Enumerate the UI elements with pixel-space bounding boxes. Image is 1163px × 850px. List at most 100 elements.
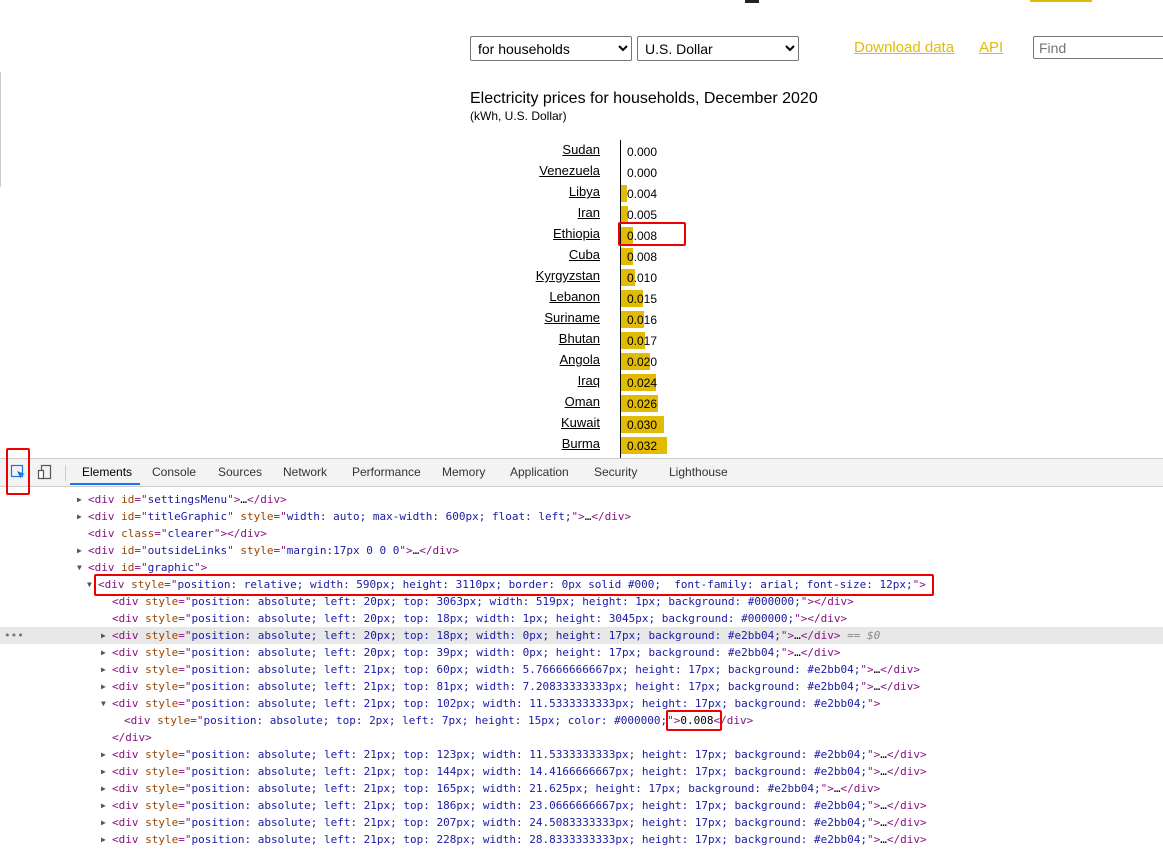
country-label[interactable]: Kuwait — [561, 414, 600, 431]
price-type-select[interactable]: for households — [470, 36, 632, 61]
dom-node-row[interactable]: ▶ <div style="position: absolute; left: 2… — [0, 661, 1163, 678]
tab-security[interactable]: Security — [594, 465, 637, 479]
expand-arrow-icon[interactable]: ▶ — [101, 763, 106, 780]
dom-node-source: <div style="position: absolute; left: 20… — [112, 612, 848, 625]
tab-console[interactable]: Console — [152, 465, 196, 479]
dom-node-source: <div id="outsideLinks" style="margin:17p… — [88, 544, 459, 557]
api-link[interactable]: API — [979, 39, 1003, 56]
dom-node-row[interactable]: <div class="clearer"></div> — [0, 525, 1163, 542]
collapse-arrow-icon[interactable]: ▼ — [87, 576, 92, 593]
highlight-value-text — [666, 710, 722, 731]
dom-node-row[interactable]: <div style="position: absolute; top: 2px… — [0, 712, 1163, 729]
country-label[interactable]: Libya — [569, 183, 600, 200]
dom-node-source: <div style="position: absolute; left: 21… — [112, 799, 927, 812]
tab-memory[interactable]: Memory — [442, 465, 485, 479]
dom-node-row[interactable]: ▶ <div id="outsideLinks" style="margin:17… — [0, 542, 1163, 559]
dom-node-row[interactable]: ▶ <div id="titleGraphic" style="width: au… — [0, 508, 1163, 525]
bar-value-label: 0.024 — [627, 376, 658, 390]
toolbar-separator — [65, 465, 66, 481]
dom-node-source: <div style="position: absolute; left: 21… — [112, 680, 921, 693]
expand-arrow-icon[interactable]: ▶ — [101, 780, 106, 797]
expand-arrow-icon[interactable]: ▶ — [101, 797, 106, 814]
dom-node-row[interactable]: ▶ <div style="position: absolute; left: 2… — [0, 746, 1163, 763]
country-label[interactable]: Iran — [578, 204, 600, 221]
bar-value-label: 0.000 — [627, 166, 658, 180]
dom-node-source: <div id="titleGraphic" style="width: aut… — [88, 510, 632, 523]
expand-arrow-icon[interactable]: ▶ — [77, 491, 82, 508]
devtools-panel: Elements Console Sources Network Perform… — [0, 458, 1163, 850]
bar-value-label: 0.000 — [627, 145, 658, 159]
country-label[interactable]: Suriname — [544, 309, 600, 326]
dom-node-row[interactable]: ▶ <div style="position: absolute; left: 2… — [0, 644, 1163, 661]
dom-node-row[interactable]: ▶ ••• <div style="position: absolute; left… — [0, 627, 1163, 644]
dom-node-source: <div style="position: absolute; left: 21… — [112, 833, 927, 846]
dom-node-row[interactable]: ▶ <div style="position: absolute; left: 2… — [0, 763, 1163, 780]
cropped-top-link[interactable] — [1030, 0, 1092, 2]
device-toolbar-icon[interactable] — [37, 464, 53, 480]
highlight-container-node — [94, 574, 934, 596]
expand-arrow-icon[interactable]: ▶ — [101, 644, 106, 661]
tab-network[interactable]: Network — [283, 465, 327, 479]
dom-node-source: <div style="position: absolute; left: 20… — [112, 646, 841, 659]
highlight-inspect-button — [6, 448, 30, 495]
download-data-link[interactable]: Download data — [854, 39, 954, 56]
page-edge-rule — [0, 72, 1, 187]
bar-value-label: 0.017 — [627, 334, 658, 348]
bar-value-label: 0.004 — [627, 187, 658, 201]
dom-node-source: <div style="position: absolute; left: 21… — [112, 782, 881, 795]
dom-node-row[interactable]: ▶ <div id="settingsMenu">…</div> — [0, 491, 1163, 508]
dom-node-row[interactable]: <div style="position: absolute; left: 20… — [0, 610, 1163, 627]
country-label[interactable]: Cuba — [569, 246, 600, 263]
dom-node-row[interactable]: ▶ <div style="position: absolute; left: 2… — [0, 797, 1163, 814]
country-label[interactable]: Burma — [562, 435, 600, 452]
dom-node-source: <div style="position: absolute; left: 20… — [112, 629, 881, 642]
expand-arrow-icon[interactable]: ▶ — [101, 678, 106, 695]
collapse-arrow-icon[interactable]: ▼ — [101, 695, 106, 712]
country-label[interactable]: Bhutan — [559, 330, 600, 347]
data-bar — [621, 185, 627, 202]
tab-performance[interactable]: Performance — [352, 465, 421, 479]
expand-arrow-icon[interactable]: ▶ — [101, 746, 106, 763]
country-label[interactable]: Angola — [560, 351, 600, 368]
country-label[interactable]: Sudan — [562, 141, 600, 158]
expand-arrow-icon[interactable]: ▶ — [101, 814, 106, 831]
bar-value-label: 0.015 — [627, 292, 658, 306]
country-label[interactable]: Venezuela — [539, 162, 600, 179]
expand-arrow-icon[interactable]: ▶ — [77, 508, 82, 525]
tab-elements[interactable]: Elements — [82, 465, 132, 479]
country-label[interactable]: Kyrgyzstan — [536, 267, 600, 284]
tab-sources[interactable]: Sources — [218, 465, 262, 479]
collapse-arrow-icon[interactable]: ▼ — [77, 559, 82, 576]
dom-node-row[interactable]: ▶ <div style="position: absolute; left: 2… — [0, 831, 1163, 848]
dom-node-row[interactable]: ▶ <div style="position: absolute; left: 2… — [0, 678, 1163, 695]
expand-arrow-icon[interactable]: ▶ — [101, 661, 106, 678]
dom-node-source: <div id="settingsMenu">…</div> — [88, 493, 287, 506]
expand-arrow-icon[interactable]: ▶ — [77, 542, 82, 559]
selected-node-marker: == $0 — [840, 629, 881, 642]
bar-value-label: 0.010 — [627, 271, 658, 285]
highlight-ethiopia-value — [618, 222, 686, 246]
bar-value-label: 0.016 — [627, 313, 658, 327]
tab-application[interactable]: Application — [510, 465, 569, 479]
more-options-icon[interactable]: ••• — [4, 627, 24, 644]
dom-tree: ▶ <div id="settingsMenu">…</div> ▶ <div id=… — [0, 487, 1163, 850]
tab-lighthouse[interactable]: Lighthouse — [669, 465, 728, 479]
country-label[interactable]: Lebanon — [549, 288, 600, 305]
dom-node-source: <div style="position: absolute; left: 21… — [112, 765, 927, 778]
dom-node-row[interactable]: </div> — [0, 729, 1163, 746]
find-input[interactable] — [1033, 36, 1163, 59]
dom-node-row[interactable]: ▶ <div style="position: absolute; left: 2… — [0, 780, 1163, 797]
country-label[interactable]: Ethiopia — [553, 225, 600, 242]
dom-node-source: <div style="position: absolute; left: 21… — [112, 697, 881, 710]
currency-select[interactable]: U.S. Dollar — [637, 36, 799, 61]
cropped-heading-fragment — [745, 0, 759, 3]
website-area: for households U.S. Dollar Download data… — [0, 0, 1163, 458]
dom-node-source: <div style="position: absolute; left: 21… — [112, 816, 927, 829]
expand-arrow-icon[interactable]: ▶ — [101, 831, 106, 848]
dom-node-source: <div style="position: absolute; left: 21… — [112, 663, 921, 676]
country-label[interactable]: Iraq — [578, 372, 600, 389]
country-label[interactable]: Oman — [565, 393, 600, 410]
dom-node-row[interactable]: ▶ <div style="position: absolute; left: 2… — [0, 814, 1163, 831]
expand-arrow-icon[interactable]: ▶ — [101, 627, 106, 644]
dom-node-row[interactable]: ▼ <div style="position: absolute; left: 2… — [0, 695, 1163, 712]
